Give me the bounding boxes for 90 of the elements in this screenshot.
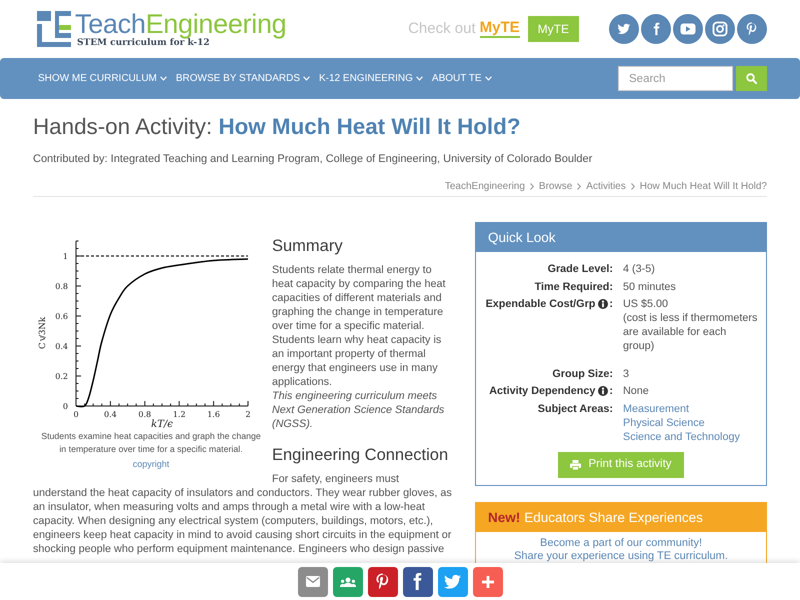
- field-value: US $5.00: [623, 297, 668, 311]
- nav-link[interactable]: K-12 ENGINEERING: [319, 71, 423, 86]
- logo-tagline: STEM curriculum for k-12: [77, 38, 210, 48]
- field-label: Grade Level:: [548, 262, 613, 276]
- field-label: Time Required:: [534, 280, 613, 294]
- section-heading: Summary: [272, 236, 344, 256]
- field-label: :: [609, 384, 613, 398]
- field-label: Activity Dependency: [489, 384, 596, 398]
- facebook-share-button[interactable]: [402, 566, 432, 596]
- breadcrumb-link[interactable]: How Much Heat Will It Hold?: [640, 180, 767, 193]
- twitter-share-button[interactable]: [438, 566, 468, 596]
- subject-link[interactable]: Physical Science: [623, 416, 705, 430]
- tick-label: 0.8: [55, 282, 68, 291]
- contributor-text: Contributed by: Integrated Teaching and Learning Program, College of Engineering, University of Colorado Boulder: [33, 152, 594, 167]
- summary-text: Students relate thermal energy to heat capacity by comparing the heat capacities of different materials and graphing the change in temperature over time for a specific material. Students learn why heat capacity is an important property of thermal energy that engineers use in many applications.: [272, 263, 446, 389]
- subject-link[interactable]: Science and Technology: [623, 430, 740, 444]
- tick-label: 0: [62, 402, 68, 411]
- tick-label: 0.6: [55, 312, 68, 321]
- facebook-icon: [413, 573, 422, 590]
- new-label: New!: [488, 508, 520, 526]
- printer-icon: [570, 460, 582, 470]
- caret-icon: [160, 76, 167, 81]
- nav-link[interactable]: SHOW ME CURRICULUM: [38, 71, 167, 86]
- tick-label: 0.4: [104, 410, 117, 419]
- figure-caption: Students examine heat capacities and graph the change in temperature over time for a specific material.: [40, 430, 262, 456]
- facebook-icon[interactable]: [641, 14, 671, 44]
- envelope-icon: [306, 576, 320, 587]
- tick-label: 1: [62, 252, 68, 261]
- field-label: Group Size:: [552, 366, 613, 380]
- myte-button[interactable]: MyTE: [528, 16, 579, 42]
- breadcrumb-link[interactable]: Activities: [586, 180, 626, 193]
- nav-link[interactable]: ABOUT TE: [432, 71, 492, 86]
- search-field[interactable]: Search: [618, 66, 733, 91]
- more-share-button[interactable]: [472, 566, 502, 596]
- page-type-label: Hands-on Activity:: [33, 114, 212, 139]
- plus-icon: [482, 576, 494, 588]
- logo-icon[interactable]: [37, 11, 71, 47]
- twitter-icon[interactable]: [609, 14, 639, 44]
- print-button[interactable]: Print this activity: [558, 452, 684, 478]
- standards-note: This engineering curriculum meets Next Generation Science Standards (NGSS).: [272, 389, 446, 431]
- breadcrumb-link[interactable]: TeachEngineering: [444, 180, 525, 193]
- field-value: (cost is less if thermometers are available for each group): [623, 311, 758, 353]
- caret-icon: [416, 76, 423, 81]
- search-icon: [746, 73, 757, 84]
- caret-icon: [484, 76, 492, 81]
- instagram-icon[interactable]: [705, 14, 735, 44]
- search-button[interactable]: [736, 66, 767, 91]
- panel-title: Educators Share Experiences: [524, 508, 703, 527]
- tick-label: 1.6: [206, 410, 220, 419]
- subject-link[interactable]: Measurement: [623, 402, 690, 416]
- community-link[interactable]: Share your experience using TE curriculum.: [514, 550, 728, 562]
- section-heading: Engineering Connection: [272, 445, 450, 465]
- email-share-button[interactable]: [298, 566, 328, 596]
- logo-wordmark[interactable]: TeachEngineering: [75, 10, 286, 38]
- pinterest-icon[interactable]: [737, 14, 767, 44]
- field-value: 3: [623, 366, 630, 380]
- pinterest-icon: [376, 573, 389, 590]
- field-value: 4 (3-5): [623, 262, 655, 276]
- chevron-icon: [577, 183, 582, 190]
- field-value: 50 minutes: [623, 280, 676, 294]
- twitter-icon: [444, 574, 461, 588]
- page-title[interactable]: How Much Heat Will It Hold?: [218, 114, 520, 139]
- tick-label: 0.4: [55, 342, 68, 351]
- chevron-icon: [530, 183, 534, 190]
- tick-label: 2: [245, 410, 250, 419]
- tick-label: 0.8: [138, 410, 151, 419]
- myte-logo[interactable]: MyTE: [480, 20, 520, 38]
- tick-label: 0.2: [55, 372, 68, 381]
- caret-icon: [303, 76, 310, 81]
- nav-link[interactable]: BROWSE BY STANDARDS: [176, 71, 310, 86]
- field-label: :: [609, 297, 613, 311]
- chevron-icon: [630, 183, 635, 190]
- breadcrumb-link[interactable]: Browse: [538, 180, 572, 193]
- youtube-icon[interactable]: [673, 14, 703, 44]
- engineering-text: For safety, engineers must understand the heat capacity of insulators and conductors. They wear rubber gloves, as an insulator, when measuring volts and amps through a metal wire with a low-heat capacity. When designing any electrical system (computers, buildings, motors, etc.), engineers keep heat capacity in mind to avoid causing short circuits in the equipment or shocking people who perform equipment maintenance. Engineers who design passive: [33, 472, 453, 556]
- axis-label: kT/ϵ: [150, 419, 173, 430]
- info-icon[interactable]: [598, 386, 608, 396]
- classroom-share-button[interactable]: [332, 566, 362, 596]
- tick-label: 1.2: [172, 410, 186, 419]
- community-link[interactable]: Become a part of our community!: [540, 536, 702, 548]
- tick-label: 0: [73, 410, 78, 419]
- field-value: None: [623, 384, 649, 398]
- field-label: Subject Areas:: [538, 402, 613, 416]
- field-label: Expendable Cost/Grp: [486, 297, 596, 311]
- promo-text: Check out: [408, 18, 476, 39]
- copyright-link[interactable]: copyright: [132, 459, 170, 469]
- people-icon: [340, 576, 356, 586]
- info-icon[interactable]: [598, 299, 608, 309]
- pinterest-share-button[interactable]: [368, 566, 398, 596]
- panel-title: Quick Look: [476, 223, 766, 252]
